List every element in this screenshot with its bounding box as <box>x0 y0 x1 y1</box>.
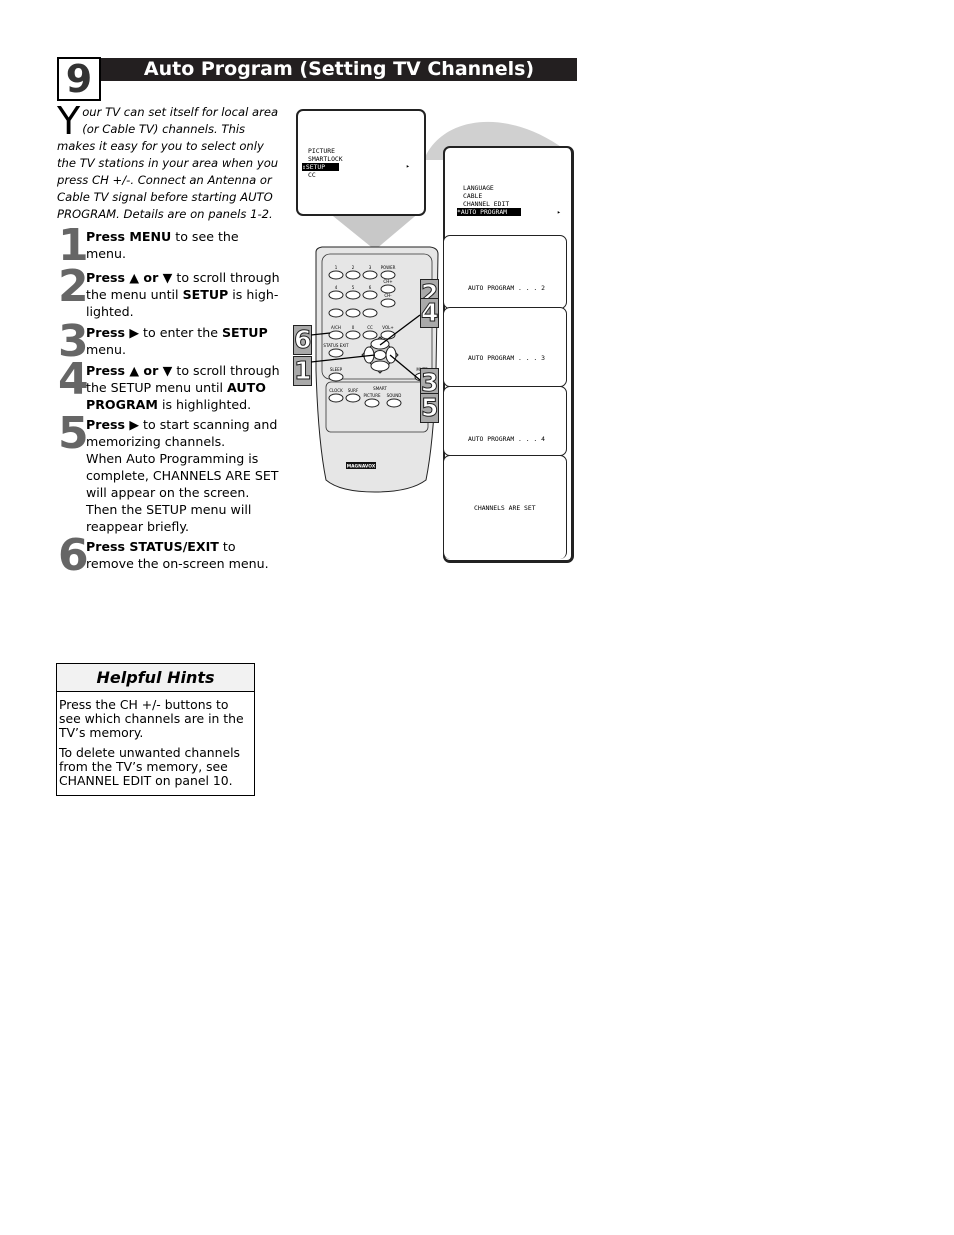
remote-button-clock[interactable] <box>328 393 344 403</box>
menu-item-cc: CC <box>308 171 316 179</box>
manual-page: 9 Auto Program (Setting TV Channels) You… <box>0 0 954 1235</box>
tv-screen-progress-2: AUTO PROGRAM . . . 2 <box>443 235 567 309</box>
step-2: 2 Press ▲ or ▼ to scroll through the menu… <box>58 265 280 320</box>
remote-button-3[interactable] <box>362 270 378 280</box>
brand-text: MAGNAVOX <box>347 464 376 470</box>
callout-5: 5 <box>420 393 439 423</box>
step-number: 6 <box>58 530 89 581</box>
step-3: 3 Press ▶ to enter the SETUP menu. <box>58 320 280 364</box>
step-action: Press STATUS/EXIT <box>86 539 219 554</box>
remote-button-label: PICTURE <box>363 393 381 398</box>
tv-screen-stack: LANGUAGE CABLE CHANNEL EDIT *AUTO PROGRA… <box>443 146 574 563</box>
panel-number: 9 <box>57 57 101 101</box>
progress-text: AUTO PROGRAM . . . 2 <box>468 284 545 292</box>
helpful-hints-box: Helpful Hints Press the CH +/- buttons t… <box>56 663 255 796</box>
remote-button-power[interactable] <box>380 270 396 280</box>
step-text: is highlighted. <box>157 397 252 412</box>
step-action: Press MENU <box>86 229 172 244</box>
menu-item-setup-selected: ⇕SETUP <box>302 163 340 171</box>
step-action: Press ▲ or ▼ <box>86 270 173 285</box>
hints-title: Helpful Hints <box>57 664 254 692</box>
tv-screen-progress-3: AUTO PROGRAM . . . 3 <box>443 307 567 387</box>
remote-button-1[interactable] <box>328 270 344 280</box>
remote-button-picture[interactable] <box>364 398 380 408</box>
step-text: to enter the <box>139 325 222 340</box>
step-number: 2 <box>58 261 89 312</box>
step-6: 6 Press STATUS/EXIT to remove the on-scre… <box>58 534 280 578</box>
remote-button-sound[interactable] <box>386 398 402 408</box>
menu-item-auto-program-selected: *AUTO PROGRAM <box>457 208 522 216</box>
right-arrow-icon: ▸ <box>406 162 410 170</box>
intro-text: our TV can set itself for local area (or… <box>57 105 279 221</box>
menu-item-cable: CABLE <box>463 192 483 200</box>
remote-button-label: 2 <box>352 265 355 270</box>
remote-button-2[interactable] <box>345 270 361 280</box>
right-arrow-icon: ▸ <box>557 208 561 216</box>
progress-text: AUTO PROGRAM . . . 4 <box>468 435 545 443</box>
menu-item-smartlock: SMARTLOCK <box>308 155 343 163</box>
drop-cap: Y <box>57 99 81 143</box>
step-4: 4 Press ▲ or ▼ to scroll through the SETU… <box>58 358 280 413</box>
step-note: When Auto Programming is complete, CHANN… <box>86 451 279 534</box>
remote-button-label: SOUND <box>387 393 402 398</box>
remote-button-surf[interactable] <box>345 393 361 403</box>
panel-title: Auto Program (Setting TV Channels) <box>101 58 577 81</box>
status-text: CHANNELS ARE SET <box>474 504 536 512</box>
progress-text: AUTO PROGRAM . . . 3 <box>468 354 545 362</box>
remote-button-label: POWER <box>381 265 396 270</box>
tv-screen-main-menu: PICTURE SMARTLOCK ⇕SETUP CC ▸ <box>296 109 426 216</box>
callout-lines <box>310 314 421 381</box>
step-1: 1 Press MENU to see the menu. <box>58 224 280 268</box>
menu-item-channel-edit: CHANNEL EDIT <box>463 200 510 208</box>
step-5: 5 Press ▶ to start scanning and memorizin… <box>58 412 280 535</box>
tv-screen-channels-set: CHANNELS ARE SET <box>443 455 567 559</box>
step-number: 5 <box>58 408 89 459</box>
menu-item-picture: PICTURE <box>308 147 335 155</box>
hint-item: Press the CH +/- buttons to see which ch… <box>59 697 244 740</box>
step-action: Press ▶ <box>86 417 140 432</box>
setup-menu: LANGUAGE CABLE CHANNEL EDIT *AUTO PROGRA… <box>457 184 522 216</box>
step-keyword: SETUP <box>221 325 268 340</box>
step-action: Press ▶ <box>86 325 140 340</box>
main-menu: PICTURE SMARTLOCK ⇕SETUP CC <box>302 147 343 179</box>
remote-button-label: 1 <box>335 265 338 270</box>
tv-screen-progress-4: AUTO PROGRAM . . . 4 <box>443 386 567 456</box>
step-number: 4 <box>58 354 89 405</box>
intro-paragraph: Your TV can set itself for local area (o… <box>57 99 281 223</box>
menu-item-language: LANGUAGE <box>463 184 494 192</box>
remote-button-label: 3 <box>369 265 372 270</box>
step-keyword: SETUP <box>182 287 229 302</box>
step-action: Press ▲ or ▼ <box>86 363 173 378</box>
hint-item: To delete unwanted channels from the TV’… <box>59 745 241 788</box>
step-text: menu. <box>86 342 126 357</box>
